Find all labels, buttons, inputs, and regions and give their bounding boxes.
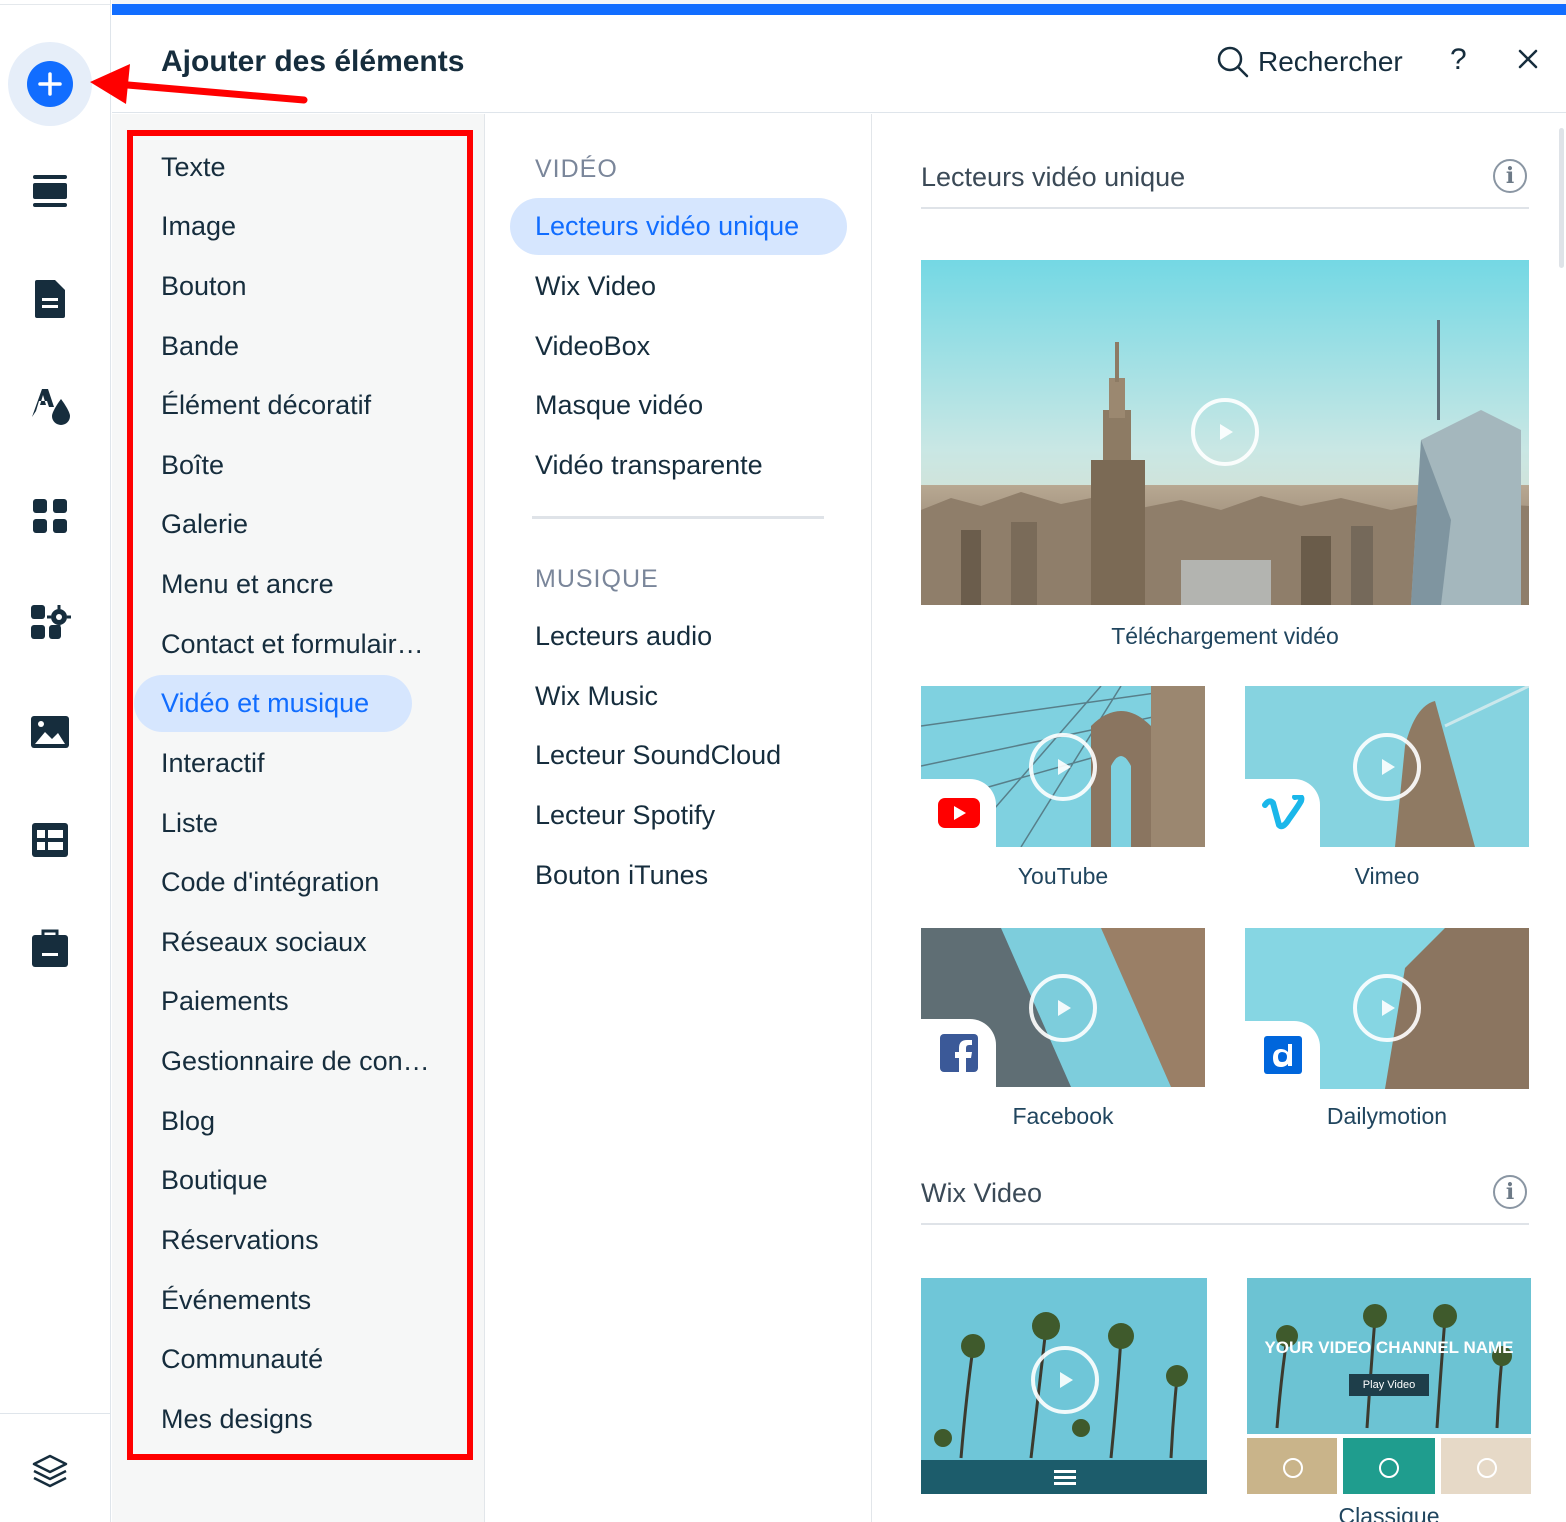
rail-top-line (0, 0, 111, 5)
vimeo-thumbnail[interactable] (1245, 686, 1529, 847)
subcategory-list: VIDÉO Lecteurs vidéo unique Wix Video Vi… (486, 114, 872, 1522)
subcategory-item-videobox[interactable]: VideoBox (535, 331, 650, 362)
info-icon[interactable]: i (1493, 1175, 1527, 1209)
cms-icon[interactable] (25, 815, 75, 865)
pages-icon[interactable] (25, 274, 75, 324)
theme-icon[interactable] (25, 380, 75, 430)
subcategory-item-masque-video[interactable]: Masque vidéo (535, 390, 703, 421)
youtube-icon (937, 798, 980, 828)
vimeo-icon (1261, 795, 1304, 830)
youtube-badge (921, 779, 996, 847)
add-icon (27, 61, 73, 107)
vimeo-badge (1245, 779, 1320, 847)
subcategory-item-video-transparente[interactable]: Vidéo transparente (535, 450, 763, 481)
subcategory-item-wix-music[interactable]: Wix Music (535, 681, 658, 712)
subcategory-item-lecteurs-audio[interactable]: Lecteurs audio (535, 621, 712, 652)
facebook-thumbnail[interactable] (921, 928, 1205, 1087)
play-icon (1029, 733, 1097, 801)
youtube-thumbnail[interactable] (921, 686, 1205, 847)
panel-header: Ajouter des éléments Rechercher ? (112, 15, 1566, 113)
category-list: Texte Image Bouton Bande Élément décorat… (112, 114, 485, 1522)
annotation-highlight-box (127, 130, 473, 1460)
classic-caption: Classique (1338, 1503, 1440, 1522)
facebook-badge (921, 1019, 996, 1087)
facebook-icon (939, 1034, 978, 1072)
facebook-caption: Facebook (1012, 1103, 1114, 1129)
subcategory-item-wix-video[interactable]: Wix Video (535, 271, 656, 302)
subcategory-item-spotify[interactable]: Lecteur Spotify (535, 800, 715, 831)
subcategory-item-lecteurs-video-unique[interactable]: Lecteurs vidéo unique (535, 211, 799, 242)
help-button[interactable]: ? (1450, 43, 1467, 77)
wix-video-palms-thumbnail[interactable] (921, 1278, 1207, 1494)
section-title-wix-video: Wix Video (921, 1178, 1043, 1208)
editor-top-bar (112, 4, 1566, 15)
section-divider (921, 1223, 1529, 1225)
sections-icon[interactable] (25, 166, 75, 216)
dailymotion-badge (1245, 1021, 1320, 1089)
play-icon (1353, 974, 1421, 1042)
scrollbar[interactable] (1559, 128, 1564, 268)
youtube-caption: YouTube (1017, 863, 1109, 889)
rail-separator (0, 1413, 111, 1414)
play-video-overlay-button: Play Video (1349, 1374, 1429, 1396)
elements-preview-panel: Lecteurs vidéo unique i Téléchargement v… (873, 114, 1566, 1522)
music-section-heading: MUSIQUE (535, 565, 659, 593)
info-icon[interactable]: i (1493, 159, 1527, 193)
play-icon (1029, 974, 1097, 1042)
section-divider (921, 207, 1529, 209)
media-icon[interactable] (25, 707, 75, 757)
channel-name-overlay: YOUR VIDEO CHANNEL NAME (1264, 1338, 1514, 1357)
layers-icon[interactable] (25, 1447, 75, 1497)
subcategory-item-itunes[interactable]: Bouton iTunes (535, 860, 708, 891)
add-elements-button[interactable] (8, 42, 92, 126)
video-section-heading: VIDÉO (535, 155, 618, 183)
wix-video-channel-thumbnail[interactable]: YOUR VIDEO CHANNEL NAME Play Video (1247, 1278, 1531, 1494)
app-market-icon[interactable] (25, 598, 75, 648)
search-button[interactable]: Rechercher (1216, 45, 1403, 79)
dailymotion-icon (1263, 1036, 1302, 1074)
annotation-arrow (90, 64, 308, 104)
video-upload-thumbnail[interactable] (921, 260, 1529, 605)
play-icon (1191, 398, 1259, 466)
subcategory-divider (532, 516, 824, 519)
section-title-lecteurs: Lecteurs vidéo unique (921, 162, 1186, 192)
dailymotion-caption: Dailymotion (1326, 1103, 1448, 1129)
dailymotion-thumbnail[interactable] (1245, 928, 1529, 1089)
left-rail (0, 0, 111, 1522)
subcategory-item-soundcloud[interactable]: Lecteur SoundCloud (535, 740, 781, 771)
play-icon (1031, 1346, 1099, 1414)
search-icon (1217, 46, 1249, 78)
business-icon[interactable] (25, 923, 75, 973)
play-icon (1353, 733, 1421, 801)
close-icon (1518, 49, 1538, 69)
vimeo-caption: Vimeo (1354, 863, 1420, 889)
video-upload-caption: Téléchargement vidéo (1111, 623, 1339, 649)
search-label: Rechercher (1258, 46, 1403, 77)
close-button[interactable] (1514, 45, 1542, 73)
apps-icon[interactable] (25, 491, 75, 541)
